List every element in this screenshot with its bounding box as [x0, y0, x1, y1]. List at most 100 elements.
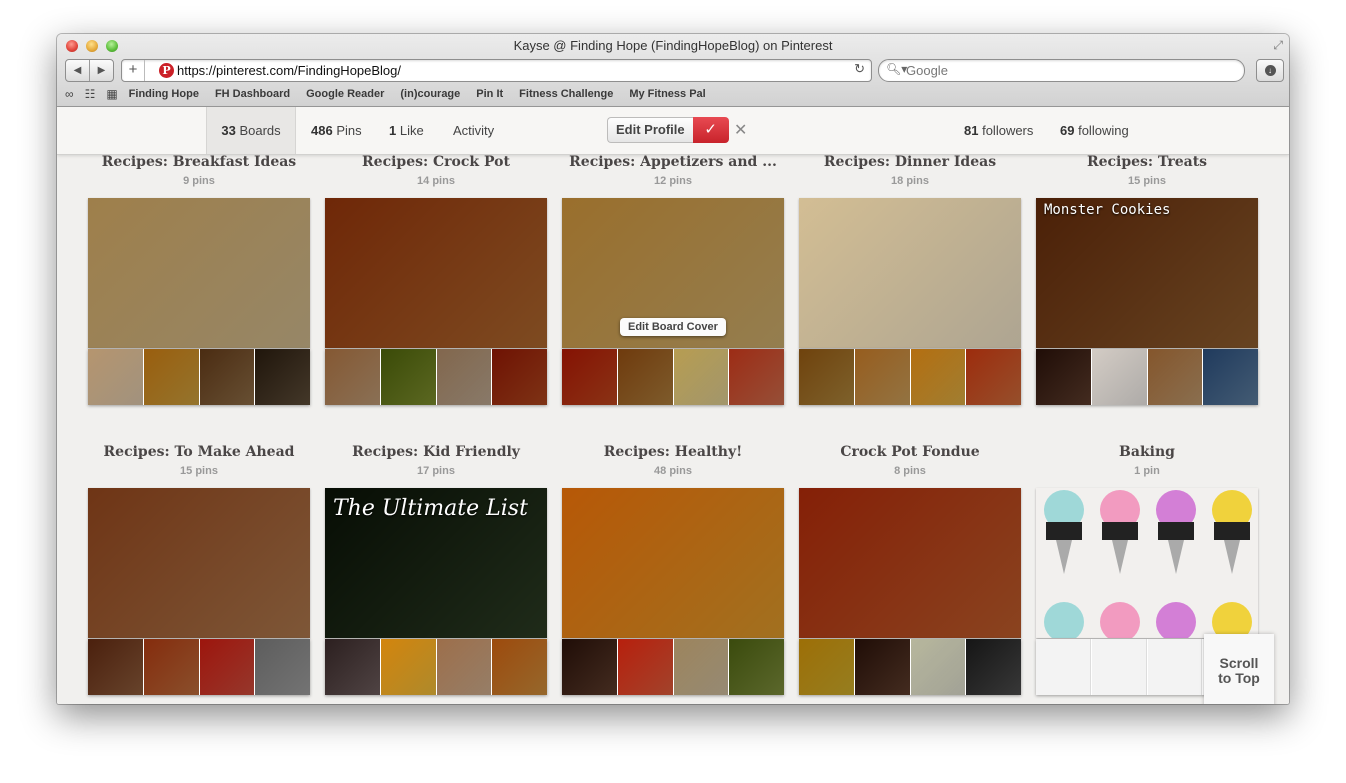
downloads-button[interactable]: ↓ — [1256, 59, 1284, 82]
edit-profile-button[interactable]: Edit Profile — [607, 117, 693, 143]
board-thumbnail — [966, 349, 1021, 405]
board-thumbnail — [143, 349, 199, 405]
board-thumbnail-empty — [1091, 639, 1147, 695]
board-pin-count: 48 pins — [654, 465, 692, 477]
top-sites-grid-icon[interactable]: ▦ — [106, 87, 117, 101]
forward-button[interactable]: ▶ — [89, 60, 113, 81]
board-thumbnail — [255, 639, 310, 695]
board-title[interactable]: Crock Pot Fondue — [779, 444, 1041, 460]
edit-board-cover-button[interactable]: Edit Board Cover — [620, 318, 726, 336]
board-cover-image[interactable] — [88, 198, 310, 348]
board-thumbnail — [325, 639, 380, 695]
board-cover-image[interactable] — [1036, 488, 1258, 638]
board-thumbnail — [799, 349, 854, 405]
board-thumbnail — [436, 349, 492, 405]
board-cover-image[interactable] — [88, 488, 310, 638]
board-thumbnail-empty — [1147, 639, 1203, 695]
search-placeholder[interactable]: Google — [906, 63, 948, 78]
browser-chrome: Kayse @ Finding Hope (FindingHopeBlog) o… — [57, 34, 1289, 107]
edit-profile-group: Edit Profile ✓ — [607, 117, 729, 143]
tab-likes[interactable]: 1 Like — [389, 107, 424, 154]
board-cover-image[interactable] — [562, 488, 784, 638]
board-thumbnail — [88, 349, 143, 405]
tab-boards[interactable]: 33 Boards — [206, 107, 296, 154]
board-pin-count: 18 pins — [891, 175, 929, 187]
board-thumbnail — [617, 639, 673, 695]
board-thumbnails — [799, 349, 1021, 405]
add-bookmark-button[interactable]: + — [122, 60, 145, 81]
scroll-to-top-button[interactable]: Scroll to Top — [1204, 634, 1274, 704]
board-cover-image[interactable]: Monster Cookies — [1036, 198, 1258, 348]
tab-pins[interactable]: 486 Pins — [311, 107, 362, 154]
board-title[interactable]: Baking — [1016, 444, 1278, 460]
board-thumbnails — [88, 349, 310, 405]
bookmark-link[interactable]: Pin It — [476, 88, 503, 100]
board-title[interactable]: Recipes: Appetizers and ... — [542, 154, 804, 170]
board-cover-image[interactable]: Edit Board Cover — [562, 198, 784, 348]
board-cover-image[interactable] — [799, 488, 1021, 638]
board-pin-count: 8 pins — [894, 465, 926, 477]
board-title[interactable]: Recipes: Kid Friendly — [305, 444, 567, 460]
bookmark-link[interactable]: Fitness Challenge — [519, 88, 613, 100]
tab-activity[interactable]: Activity — [453, 107, 494, 154]
board-title[interactable]: Recipes: Dinner Ideas — [779, 154, 1041, 170]
board-thumbnail — [910, 349, 966, 405]
search-field[interactable]: 🔍︎▾ Google — [878, 59, 1245, 82]
board-pin-count: 15 pins — [180, 465, 218, 477]
bookmark-link[interactable]: Finding Hope — [129, 88, 199, 100]
board-pin-count: 9 pins — [183, 175, 215, 187]
address-bar[interactable]: + P https://pinterest.com/FindingHopeBlo… — [121, 59, 872, 82]
back-button[interactable]: ◀ — [66, 60, 89, 81]
close-icon[interactable]: ✕ — [734, 120, 747, 140]
browser-window: Kayse @ Finding Hope (FindingHopeBlog) o… — [57, 34, 1289, 704]
board-thumbnail — [729, 639, 784, 695]
bookmark-link[interactable]: FH Dashboard — [215, 88, 290, 100]
board-thumbnail — [1147, 349, 1203, 405]
scroll-to-top-line1: Scroll — [1219, 655, 1259, 671]
board-thumbnail — [88, 639, 143, 695]
board-pin-count: 14 pins — [417, 175, 455, 187]
board-title[interactable]: Recipes: Breakfast Ideas — [68, 154, 330, 170]
bookmark-link[interactable]: Google Reader — [306, 88, 384, 100]
board-title[interactable]: Recipes: Healthy! — [542, 444, 804, 460]
board-thumbnail — [966, 639, 1021, 695]
url-text[interactable]: https://pinterest.com/FindingHopeBlog/ — [177, 63, 401, 78]
board-cover-image[interactable]: The Ultimate List — [325, 488, 547, 638]
bookmark-link[interactable]: My Fitness Pal — [629, 88, 705, 100]
board-thumbnail — [562, 349, 617, 405]
board-thumbnail — [380, 349, 436, 405]
following-link[interactable]: 69 following — [1060, 107, 1129, 154]
board-cover-image[interactable] — [325, 198, 547, 348]
board-cover-image[interactable] — [799, 198, 1021, 348]
followers-link[interactable]: 81 followers — [964, 107, 1033, 154]
board-thumbnail — [1203, 349, 1258, 405]
board-thumbnail — [199, 639, 255, 695]
bookmark-link[interactable]: (in)courage — [400, 88, 460, 100]
reading-list-icon[interactable]: ∞ — [65, 87, 74, 101]
board-thumbnails — [88, 639, 310, 695]
window-title: Kayse @ Finding Hope (FindingHopeBlog) o… — [513, 38, 833, 53]
fullscreen-icon[interactable]: ⤢ — [1273, 38, 1283, 53]
board-thumbnail — [325, 349, 380, 405]
board-title[interactable]: Recipes: Treats — [1016, 154, 1278, 170]
board-title[interactable]: Recipes: Crock Pot — [305, 154, 567, 170]
board-thumbnails — [799, 639, 1021, 695]
board-title[interactable]: Recipes: To Make Ahead — [68, 444, 330, 460]
board-thumbnail — [854, 349, 910, 405]
checkmark-icon[interactable]: ✓ — [692, 117, 729, 143]
board-thumbnails — [562, 639, 784, 695]
bookmarks-book-icon[interactable]: ☷ — [85, 87, 96, 101]
board-pin-count: 12 pins — [654, 175, 692, 187]
board-thumbnails — [1036, 349, 1258, 405]
scroll-to-top-line2: to Top — [1218, 670, 1260, 686]
search-icon: 🔍︎▾ — [886, 62, 908, 76]
board-thumbnail — [255, 349, 310, 405]
pinterest-favicon-icon: P — [159, 63, 174, 78]
boards-grid: Recipes: Breakfast Ideas 9 pins Recipes:… — [57, 154, 1289, 704]
board-pin-count: 15 pins — [1128, 175, 1166, 187]
board-thumbnail — [562, 639, 617, 695]
board-thumbnails — [562, 349, 784, 405]
board-thumbnail — [910, 639, 966, 695]
download-icon: ↓ — [1264, 65, 1276, 76]
reload-icon[interactable]: ↻ — [854, 61, 865, 77]
